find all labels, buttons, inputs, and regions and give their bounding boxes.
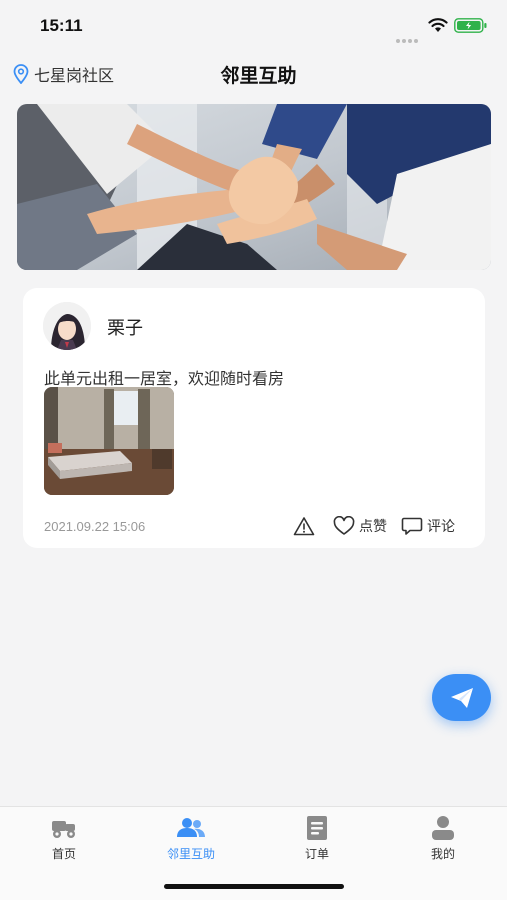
author-name[interactable]: 栗子: [107, 314, 143, 340]
tab-mine[interactable]: 我的: [393, 815, 493, 862]
signal-icon: [396, 28, 420, 43]
bedroom-image: [44, 387, 174, 495]
status-bar: 15:11: [0, 0, 507, 50]
tab-home-label: 首页: [51, 847, 76, 861]
tab-mine-label: 我的: [430, 847, 455, 861]
status-time: 15:11: [40, 16, 83, 35]
tab-neighbor-help[interactable]: 邻里互助: [141, 815, 241, 862]
comment-icon: [401, 517, 423, 535]
banner-image[interactable]: [17, 104, 491, 270]
post-content: 此单元出租一居室，欢迎随时看房: [44, 369, 285, 388]
post-card[interactable]: 栗子 此单元出租一居室，欢迎随时看房 2021.09.22 15:06 点赞 评…: [23, 288, 485, 548]
like-button[interactable]: 点赞: [333, 516, 387, 536]
avatar[interactable]: [43, 302, 91, 350]
tab-orders-label: 订单: [304, 847, 329, 861]
battery-icon: [454, 18, 487, 33]
location-name: 七星岗社区: [34, 66, 115, 85]
location-pin-icon: [13, 64, 29, 84]
order-icon: [307, 816, 327, 840]
home-indicator: [164, 884, 344, 889]
tab-home[interactable]: 首页: [14, 815, 114, 862]
anime-avatar-image: [43, 302, 91, 350]
warning-icon[interactable]: [293, 516, 315, 536]
comment-label: 评论: [427, 519, 455, 535]
teamwork-hands-image: [17, 104, 491, 270]
paper-plane-icon: [450, 687, 473, 708]
header: 邻里互助 七星岗社区: [0, 52, 507, 96]
people-icon: [177, 818, 205, 837]
heart-icon: [333, 516, 355, 535]
scooter-icon: [52, 821, 75, 838]
tab-neighbor-help-label: 邻里互助: [166, 847, 215, 861]
post-photo[interactable]: [44, 387, 174, 495]
like-label: 点赞: [359, 519, 387, 535]
user-icon: [432, 816, 454, 840]
post-timestamp: 2021.09.22 15:06: [44, 519, 146, 534]
wifi-icon: [428, 18, 448, 32]
comment-button[interactable]: 评论: [401, 516, 455, 536]
location-selector[interactable]: 七星岗社区: [12, 62, 114, 86]
post-actions: 点赞 评论: [293, 516, 455, 536]
tab-orders[interactable]: 订单: [267, 815, 367, 862]
publish-button[interactable]: [432, 674, 491, 721]
